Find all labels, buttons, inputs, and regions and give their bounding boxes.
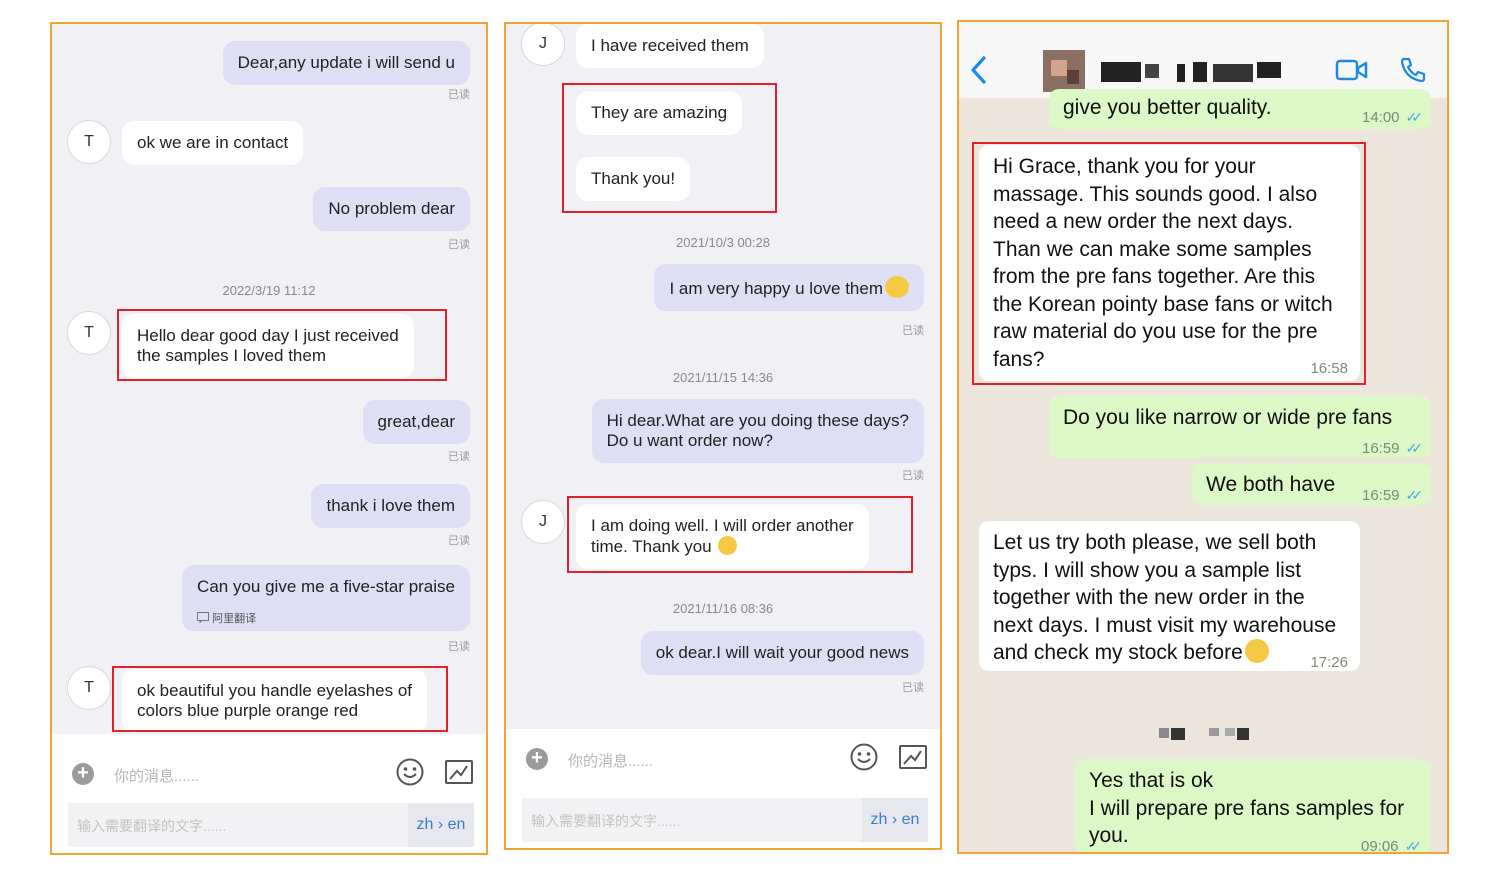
read-ticks-icon: ✓✓ [1405,440,1424,456]
redacted-date-separator [1159,724,1253,744]
translate-placeholder: 输入需要翻译的文字...... [77,818,227,834]
avatar[interactable]: T [67,311,111,355]
message-text: Do you like narrow or wide pre fans [1063,406,1393,429]
message-bubble[interactable]: I have received them [576,24,764,68]
message-text: We both have [1206,473,1336,496]
chat-panel-left: Dear,any update i will send u 已读 T ok we… [50,22,488,855]
composer: + 你的消息...... 输入需要翻译的文字...... zh › en [506,729,940,848]
read-receipt: 已读 [448,239,470,251]
message-text: Let us try both please, we sell both [993,531,1317,554]
message-bubble[interactable]: Can you give me a five-star praise 阿里翻译 [182,565,470,631]
message-input[interactable]: 你的消息...... [568,750,653,771]
message-input[interactable]: 你的消息...... [114,765,199,786]
contact-avatar[interactable] [1043,50,1085,92]
chat-header [959,22,1447,98]
avatar[interactable]: T [67,666,111,710]
message-text: next days. I must visit my warehouse [993,613,1337,637]
read-ticks-icon: ✓✓ [1405,487,1424,503]
message-bubble[interactable]: Do you like narrow or wide pre fans 16:5… [1049,396,1431,458]
read-receipt: 已读 [448,89,470,101]
image-icon[interactable] [899,745,927,769]
translate-input[interactable]: 输入需要翻译的文字...... zh › en [68,803,474,847]
highlight-box [567,496,913,573]
message-time: 16:59 ✓✓ [1361,487,1424,504]
message-bubble[interactable]: No problem dear [313,187,470,231]
image-icon[interactable] [445,760,473,784]
message-text: No problem dear [328,199,455,218]
message-text: Hi dear.What are you doing these days? [606,411,909,430]
read-receipt: 已读 [902,325,924,337]
message-bubble[interactable]: Yes that is ok I will prepare pre fans s… [1075,759,1430,854]
message-text: typs. I will show you a sample list [993,558,1302,582]
message-text: and check my stock before [993,641,1243,664]
highlight-box [117,309,447,381]
date-separator: 2022/3/19 11:12 [222,283,316,298]
contact-name-redacted[interactable] [1101,60,1289,84]
message-bubble[interactable]: thank i love them [311,484,470,528]
read-ticks-icon: ✓✓ [1405,109,1424,125]
message-time: 09:06 ✓✓ [1360,838,1423,854]
video-call-icon[interactable] [1335,58,1369,82]
read-ticks-icon: ✓✓ [1404,838,1423,854]
language-switch[interactable]: zh › en [408,803,474,847]
message-text: thank i love them [326,496,455,515]
emoji-icon[interactable] [850,743,878,771]
message-text: Dear,any update i will send u [237,53,455,72]
message-text: ok dear.I will wait your good news [655,643,909,662]
translate-input[interactable]: 输入需要翻译的文字...... zh › en [522,798,928,842]
translate-placeholder: 输入需要翻译的文字...... [531,813,681,829]
composer: + 你的消息...... 输入需要翻译的文字...... zh › en [52,734,486,853]
date-separator: 2021/11/15 14:36 [672,370,774,385]
translation-tag: 阿里翻译 [197,609,256,629]
date-separator: 2021/11/16 08:36 [672,601,774,616]
plus-icon[interactable]: + [526,748,548,770]
message-time: 16:59 ✓✓ [1361,440,1424,457]
message-bubble[interactable]: We both have 16:59 ✓✓ [1192,463,1431,505]
avatar[interactable]: J [521,500,565,544]
message-bubble[interactable]: ok dear.I will wait your good news [640,631,924,675]
read-receipt: 已读 [902,470,924,482]
highlight-box [562,83,777,213]
message-text: great,dear [377,412,456,431]
highlight-box [112,666,448,732]
message-bubble[interactable]: Dear,any update i will send u [222,41,470,85]
back-arrow-icon[interactable] [969,56,987,84]
message-bubble[interactable]: ok we are in contact [122,121,304,165]
avatar[interactable]: J [521,24,565,66]
message-text: I will prepare pre fans samples for [1089,796,1405,820]
message-text: give you better quality. [1063,96,1272,119]
phone-icon[interactable] [1399,56,1427,84]
read-receipt: 已读 [448,451,470,463]
plus-icon[interactable]: + [72,763,94,785]
message-text: Yes that is ok [1089,769,1214,792]
message-text: together with the new order in the [993,586,1305,609]
message-text: I am very happy u love them [669,279,883,298]
message-bubble[interactable]: Let us try both please, we sell both typ… [979,521,1360,671]
smile-emoji-icon [1244,639,1269,663]
message-text: Can you give me a five-star praise [197,577,455,596]
emoji-face-icon [885,276,909,298]
language-switch[interactable]: zh › en [862,798,928,842]
message-text: I have received them [591,36,749,55]
read-receipt: 已读 [448,535,470,547]
message-bubble[interactable]: I am very happy u love them [654,264,924,311]
translation-tag-label: 阿里翻译 [212,613,257,625]
highlight-box [972,142,1366,385]
message-text: ok we are in contact [137,133,289,152]
avatar[interactable]: T [67,120,111,164]
message-bubble[interactable]: give you better quality. 14:00 ✓✓ [1049,89,1431,129]
message-time: 17:26 [1310,654,1348,671]
whatsapp-panel: give you better quality. 14:00 ✓✓ Hi Grac… [957,20,1449,854]
date-separator: 2021/10/3 00:28 [676,235,770,250]
chat-panel-middle: J I have received them They are amazing … [504,22,942,850]
message-bubble[interactable]: Hi dear.What are you doing these days? D… [591,399,924,463]
message-time: 14:00 ✓✓ [1361,109,1424,126]
emoji-icon[interactable] [396,758,424,786]
read-receipt: 已读 [448,641,470,653]
message-text: Do u want order now? [606,431,773,450]
read-receipt: 已读 [902,682,924,694]
translate-icon [197,612,210,624]
message-bubble[interactable]: great,dear [362,400,470,444]
